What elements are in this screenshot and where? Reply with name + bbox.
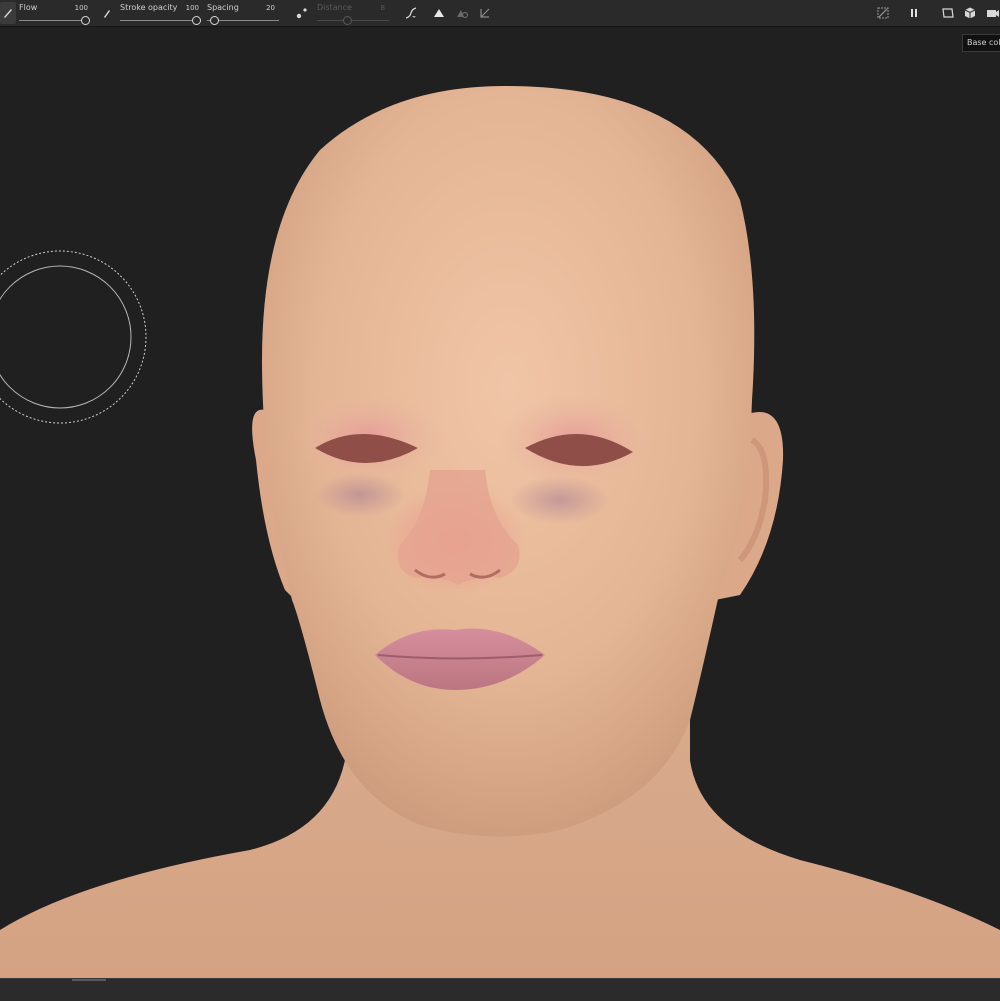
camera-icon[interactable] <box>984 4 1000 22</box>
lazy-mouse-icon[interactable] <box>293 4 311 22</box>
pressure-curve-icon[interactable] <box>402 4 420 22</box>
brush-cursor <box>0 250 147 424</box>
spacing-label: Spacing <box>207 3 239 12</box>
tooltip: Base colo <box>962 34 1000 52</box>
spacing-slider[interactable]: Spacing 20 <box>207 2 279 25</box>
flow-slider[interactable]: Flow 100 <box>19 2 91 25</box>
flow-label: Flow <box>19 3 38 12</box>
stroke-brush-icon[interactable] <box>98 4 116 22</box>
camera-frame-icon[interactable] <box>939 4 957 22</box>
spacing-value: 20 <box>266 4 275 12</box>
flow-track[interactable] <box>19 20 85 21</box>
stroke-opacity-label: Stroke opacity <box>120 3 178 12</box>
head-model[interactable] <box>0 27 1000 978</box>
distance-slider: Distance 8 <box>317 2 389 25</box>
stroke-opacity-track[interactable] <box>120 20 196 21</box>
bottom-tab[interactable] <box>72 979 106 981</box>
bottom-panel-bar <box>0 978 1000 1001</box>
distance-label: Distance <box>317 3 352 12</box>
symmetry-icon[interactable] <box>430 4 448 22</box>
symmetry-mirror-icon[interactable] <box>453 4 471 22</box>
stroke-opacity-value: 100 <box>185 4 199 12</box>
distance-track <box>317 20 389 21</box>
3d-viewport[interactable] <box>0 27 1000 978</box>
spacing-knob[interactable] <box>210 16 219 25</box>
brush-icon[interactable] <box>0 2 16 24</box>
3d-view-cube-icon[interactable] <box>961 4 979 22</box>
distance-value: 8 <box>380 4 385 12</box>
top-toolbar: Flow 100 Stroke opacity 100 Spacing 20 D… <box>0 0 1000 27</box>
transform-icon[interactable] <box>476 4 494 22</box>
distance-knob <box>343 16 352 25</box>
pause-icon[interactable] <box>905 4 923 22</box>
hide-icon[interactable] <box>874 4 892 22</box>
stroke-opacity-knob[interactable] <box>192 16 201 25</box>
flow-value: 100 <box>74 4 88 12</box>
stroke-opacity-slider[interactable]: Stroke opacity 100 <box>120 2 201 25</box>
flow-knob[interactable] <box>81 16 90 25</box>
